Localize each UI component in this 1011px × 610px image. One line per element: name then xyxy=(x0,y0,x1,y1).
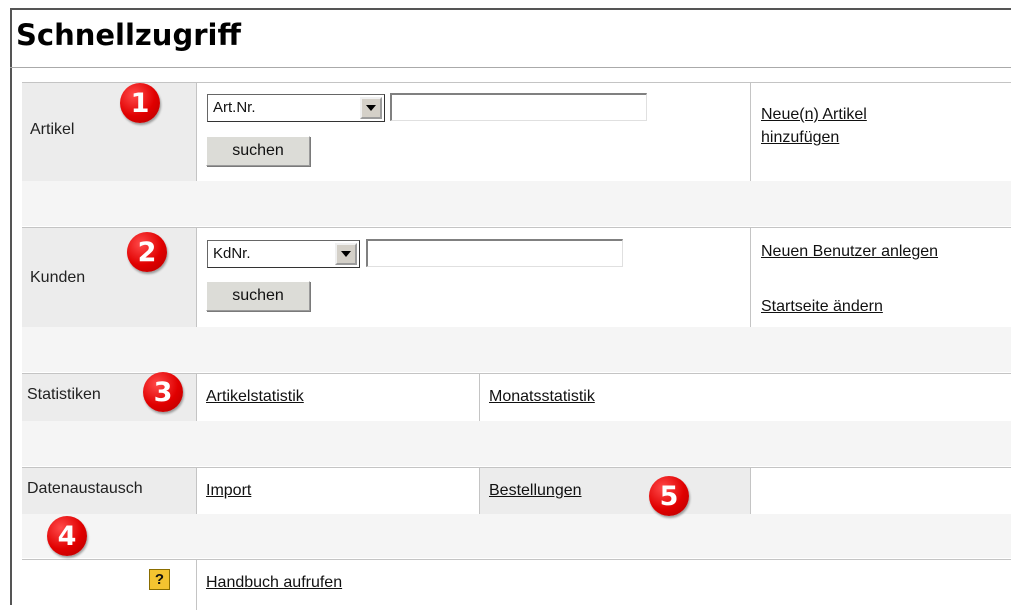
page-title: Schnellzugriff xyxy=(16,18,241,52)
chevron-down-icon[interactable] xyxy=(360,97,382,119)
row-spacer xyxy=(22,514,1011,558)
kunden-search-input[interactable] xyxy=(366,239,623,267)
chevron-down-icon[interactable] xyxy=(335,243,357,265)
help-row xyxy=(22,559,1011,610)
callout-badge-5: 5 xyxy=(649,476,689,516)
window-frame-top xyxy=(10,8,1011,10)
month-statistics-link[interactable]: Monatsstatistik xyxy=(489,385,595,408)
window-frame-left xyxy=(10,8,12,605)
artikel-label: Artikel xyxy=(30,121,75,138)
kunden-search-type-select[interactable]: KdNr. xyxy=(207,240,360,268)
statistiken-label: Statistiken xyxy=(27,386,101,403)
kunden-label: Kunden xyxy=(30,269,86,286)
add-article-link[interactable]: Neue(n) Artikel hinzufügen xyxy=(761,103,931,149)
import-link[interactable]: Import xyxy=(206,479,251,502)
help-icon[interactable]: ? xyxy=(149,569,170,590)
artikel-search-button[interactable]: suchen xyxy=(206,136,310,166)
kunden-search-type-value: KdNr. xyxy=(213,245,251,262)
new-user-link[interactable]: Neuen Benutzer anlegen xyxy=(761,240,938,263)
callout-badge-2: 2 xyxy=(127,232,167,272)
callout-badge-1: 1 xyxy=(120,83,160,123)
row-spacer xyxy=(22,181,1011,226)
row-spacer xyxy=(22,421,1011,466)
article-statistics-link[interactable]: Artikelstatistik xyxy=(206,385,304,408)
datenaustausch-label: Datenaustausch xyxy=(27,480,143,497)
row-spacer xyxy=(22,327,1011,372)
callout-badge-3: 3 xyxy=(143,372,183,412)
orders-link[interactable]: Bestellungen xyxy=(489,479,582,502)
title-divider xyxy=(10,67,1011,68)
callout-badge-4: 4 xyxy=(47,516,87,556)
artikel-search-type-value: Art.Nr. xyxy=(213,99,256,116)
kunden-search-button[interactable]: suchen xyxy=(206,281,310,311)
artikel-search-type-select[interactable]: Art.Nr. xyxy=(207,94,385,122)
artikel-search-input[interactable] xyxy=(390,93,647,121)
manual-link[interactable]: Handbuch aufrufen xyxy=(206,571,342,594)
change-startpage-link[interactable]: Startseite ändern xyxy=(761,295,883,318)
